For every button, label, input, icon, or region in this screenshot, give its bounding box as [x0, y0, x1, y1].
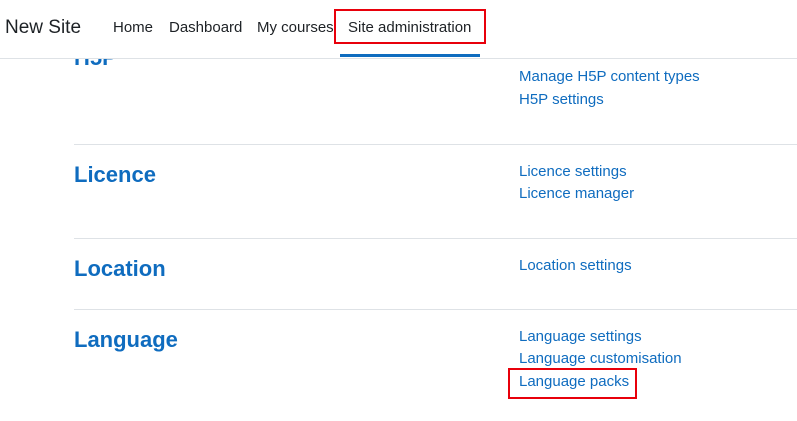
nav-item-home[interactable]: Home	[113, 18, 153, 38]
nav-item-site-administration[interactable]: Site administration	[348, 18, 471, 38]
link-language-customisation[interactable]: Language customisation	[519, 350, 682, 367]
list-item: Licence manager	[519, 184, 634, 206]
link-language-packs[interactable]: Language packs	[519, 373, 629, 390]
link-h5p-settings[interactable]: H5P settings	[519, 91, 604, 108]
section-links-location: Location settings	[519, 256, 632, 278]
section-links-licence: Licence settings Licence manager	[519, 162, 634, 207]
link-language-settings[interactable]: Language settings	[519, 328, 642, 345]
active-nav-indicator	[340, 54, 480, 57]
list-item: Manage H5P content types	[519, 67, 700, 89]
link-licence-manager[interactable]: Licence manager	[519, 185, 634, 202]
nav-item-dashboard[interactable]: Dashboard	[169, 18, 242, 38]
section-heading-location: Location	[74, 256, 166, 281]
link-licence-settings[interactable]: Licence settings	[519, 163, 627, 180]
site-name[interactable]: New Site	[5, 16, 81, 40]
list-item: H5P settings	[519, 90, 700, 112]
section-heading-licence: Licence	[74, 162, 156, 187]
top-navbar: New Site Home Dashboard My courses Site …	[0, 0, 797, 59]
list-item: Licence settings	[519, 162, 634, 184]
link-manage-h5p-content-types[interactable]: Manage H5P content types	[519, 68, 700, 85]
admin-category-list: H5P H5P overview Manage H5P content type…	[0, 0, 797, 421]
link-location-settings[interactable]: Location settings	[519, 257, 632, 274]
section-divider	[74, 238, 797, 239]
section-links-language: Language settings Language customisation…	[519, 327, 682, 394]
section-divider	[74, 144, 797, 145]
list-item: Language packs	[519, 372, 682, 394]
section-divider	[74, 309, 797, 310]
list-item: Language customisation	[519, 349, 682, 371]
nav-item-my-courses[interactable]: My courses	[257, 18, 334, 38]
site-administration-page: H5P H5P overview Manage H5P content type…	[0, 0, 797, 421]
list-item: Language settings	[519, 327, 682, 349]
section-heading-language: Language	[74, 327, 178, 352]
list-item: Location settings	[519, 256, 632, 278]
